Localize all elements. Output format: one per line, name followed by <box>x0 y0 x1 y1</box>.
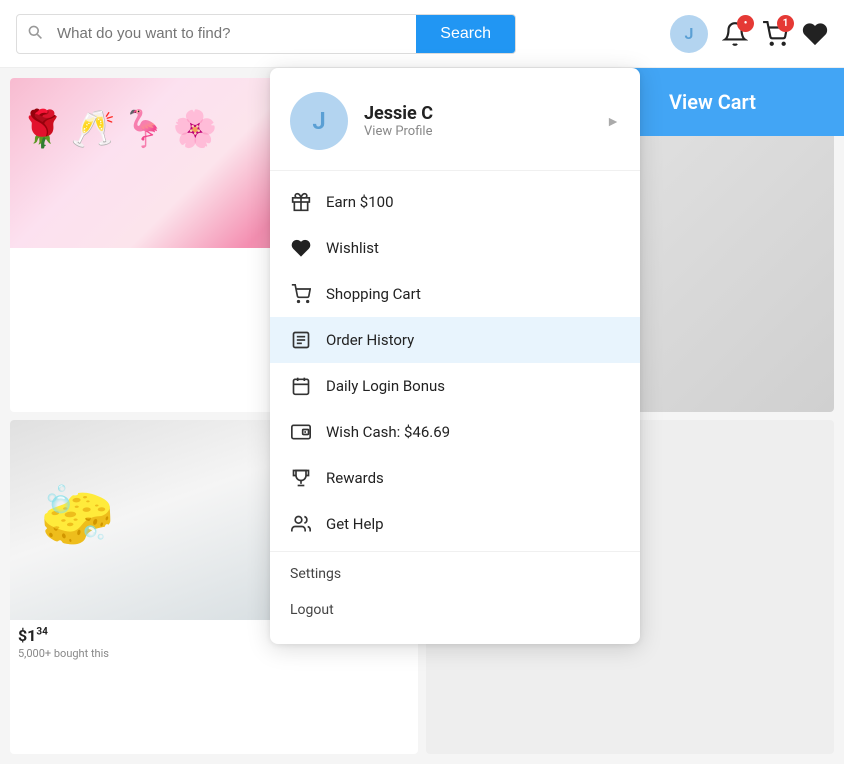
menu-item-rewards[interactable]: Rewards <box>270 455 640 501</box>
menu-label-daily: Daily Login Bonus <box>326 377 445 395</box>
menu-item-help[interactable]: Get Help <box>270 501 640 547</box>
main-content: New Vintage Cat ... $134 5,000+ bought t… <box>0 68 844 764</box>
notifications-button[interactable]: • <box>722 21 748 47</box>
menu-label-help: Get Help <box>326 515 384 533</box>
calendar-icon <box>290 375 312 397</box>
notification-badge: • <box>737 15 754 32</box>
menu-label-wishlist: Wishlist <box>326 239 379 257</box>
gift-icon <box>290 191 312 213</box>
trophy-icon <box>290 467 312 489</box>
menu-item-cart[interactable]: Shopping Cart <box>270 271 640 317</box>
user-avatar[interactable]: J <box>670 15 708 53</box>
product-sold-3: 5,000+ bought this <box>10 647 418 666</box>
search-icon <box>17 24 53 44</box>
cart-menu-icon <box>290 283 312 305</box>
dropdown-view-profile-link[interactable]: View Profile <box>364 124 590 139</box>
menu-label-earn: Earn $100 <box>326 193 394 211</box>
menu-item-earn[interactable]: Earn $100 <box>270 179 640 225</box>
cart-button[interactable]: 1 <box>762 21 788 47</box>
dropdown-profile-header[interactable]: J Jessie C View Profile ► <box>270 68 640 171</box>
menu-item-wishlist[interactable]: Wishlist <box>270 225 640 271</box>
dropdown-menu-list: Earn $100 Wishlist <box>270 171 640 636</box>
dropdown-username: Jessie C <box>364 103 590 124</box>
menu-item-settings[interactable]: Settings <box>270 556 640 592</box>
search-bar: Search <box>16 14 516 54</box>
wallet-icon <box>290 421 312 443</box>
header-icons: J • 1 <box>670 15 828 53</box>
menu-item-orders[interactable]: Order History <box>270 317 640 363</box>
search-button[interactable]: Search <box>416 15 515 53</box>
orders-icon <box>290 329 312 351</box>
menu-item-logout[interactable]: Logout <box>270 592 640 628</box>
dropdown-chevron-icon: ► <box>606 113 620 130</box>
menu-item-wishcash[interactable]: Wish Cash: $46.69 <box>270 409 640 455</box>
user-dropdown-menu: J Jessie C View Profile ► <box>270 68 640 644</box>
menu-label-orders: Order History <box>326 331 414 349</box>
menu-divider <box>270 551 640 552</box>
menu-label-rewards: Rewards <box>326 469 384 487</box>
dropdown-user-info: Jessie C View Profile <box>364 103 590 139</box>
dropdown-avatar: J <box>290 92 348 150</box>
menu-label-cart: Shopping Cart <box>326 285 421 303</box>
people-icon <box>290 513 312 535</box>
search-input[interactable] <box>53 15 416 52</box>
cart-badge: 1 <box>777 15 794 32</box>
header: Search J • 1 <box>0 0 844 68</box>
menu-label-wishcash: Wish Cash: $46.69 <box>326 423 450 441</box>
wishlist-heart-button[interactable] <box>802 21 828 47</box>
menu-item-daily[interactable]: Daily Login Bonus <box>270 363 640 409</box>
heart-icon <box>290 237 312 259</box>
